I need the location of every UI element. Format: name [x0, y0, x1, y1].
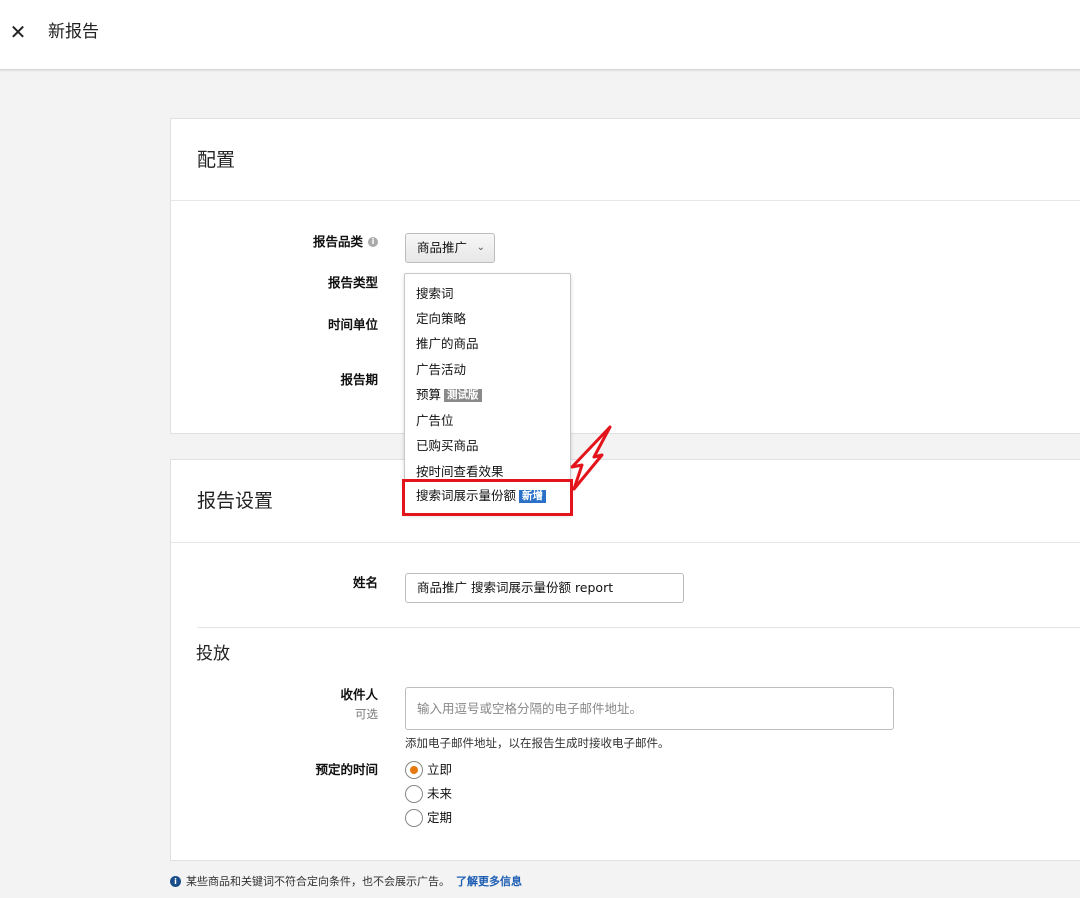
footer-note: i 某些商品和关键词不符合定向条件，也不会展示广告。 了解更多信息 [170, 874, 522, 890]
dropdown-item-budget[interactable]: 预算 测试版 [416, 386, 482, 404]
config-card-header: 配置 [171, 119, 1080, 201]
report-category-label: 报告品类 i [170, 233, 378, 251]
report-type-dropdown: 搜索词 定向策略 推广的商品 广告活动 预算 测试版 广告位 已购买商品 按时间查… [404, 273, 571, 514]
delivery-title: 投放 [196, 644, 230, 664]
divider [197, 627, 1080, 628]
close-icon[interactable]: ✕ [8, 20, 28, 44]
footer-note-text: 某些商品和关键词不符合定向条件，也不会展示广告。 [186, 875, 450, 888]
dropdown-item-search-term[interactable]: 搜索词 [416, 285, 454, 303]
dropdown-item-search-term-impression-share[interactable]: 搜索词展示量份额 新增 [416, 487, 547, 505]
radio-button[interactable] [405, 809, 423, 827]
recipient-optional-label: 可选 [355, 707, 378, 721]
time-unit-label: 时间单位 [327, 317, 378, 332]
config-title: 配置 [197, 149, 236, 171]
page-title: 新报告 [48, 22, 99, 42]
radio-button[interactable] [405, 785, 423, 803]
dropdown-item-performance-over-time[interactable]: 按时间查看效果 [416, 463, 504, 481]
name-input[interactable]: 商品推广 搜索词展示量份额 report [405, 573, 684, 603]
learn-more-link[interactable]: 了解更多信息 [456, 875, 522, 888]
report-category-value: 商品推广 [417, 240, 468, 255]
dropdown-item-purchased-product[interactable]: 已购买商品 [416, 437, 479, 455]
recipient-label: 收件人 [340, 687, 378, 702]
report-settings-title: 报告设置 [197, 490, 274, 512]
name-label: 姓名 [352, 575, 378, 590]
radio-button[interactable] [405, 761, 423, 779]
radio-label: 定期 [427, 810, 453, 825]
report-category-select[interactable]: 商品推广 ⌄ [405, 233, 495, 263]
new-badge: 新增 [519, 490, 547, 503]
radio-label: 未来 [427, 786, 453, 801]
radio-label: 立即 [427, 762, 453, 777]
info-icon[interactable]: i [368, 236, 378, 247]
report-settings-header: 报告设置 [171, 460, 1080, 543]
report-period-label: 报告期 [340, 372, 378, 387]
dropdown-item-placement[interactable]: 广告位 [416, 412, 454, 430]
chevron-down-icon: ⌄ [476, 242, 485, 253]
report-type-label: 报告类型 [327, 275, 378, 290]
beta-badge: 测试版 [444, 389, 482, 402]
dropdown-item-campaign[interactable]: 广告活动 [416, 361, 466, 379]
dropdown-item-advertised-product[interactable]: 推广的商品 [416, 335, 479, 353]
dropdown-item-targeting[interactable]: 定向策略 [416, 310, 466, 328]
recipient-help-text: 添加电子邮件地址，以在报告生成时接收电子邮件。 [405, 736, 670, 750]
report-settings-card: 报告设置 [170, 459, 1080, 861]
info-icon: i [170, 875, 181, 887]
top-bar: ✕ 新报告 [0, 0, 1080, 70]
schedule-label: 预定的时间 [315, 762, 378, 777]
pointer-arrow-icon [570, 425, 612, 491]
recipient-email-input[interactable]: 输入用逗号或空格分隔的电子邮件地址。 [405, 687, 894, 730]
